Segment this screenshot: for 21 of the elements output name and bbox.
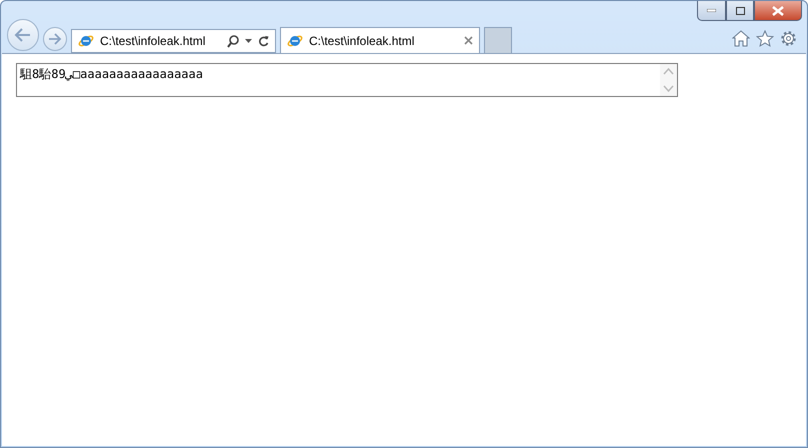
star-icon[interactable] bbox=[756, 30, 774, 47]
minimize-button[interactable] bbox=[697, 1, 726, 21]
settings-icon[interactable] bbox=[780, 30, 797, 47]
forward-button[interactable] bbox=[43, 27, 67, 51]
browser-tab[interactable]: C:\test\infoleak.html bbox=[280, 27, 480, 53]
maximize-icon bbox=[736, 6, 744, 14]
close-button[interactable] bbox=[754, 1, 802, 21]
back-button[interactable] bbox=[7, 19, 39, 51]
browser-logo-icon bbox=[287, 32, 303, 48]
minimize-icon bbox=[707, 9, 716, 12]
close-tab-icon[interactable] bbox=[464, 36, 473, 45]
address-field[interactable]: C:\test\infoleak.html bbox=[71, 29, 276, 53]
browser-logo-icon bbox=[78, 33, 94, 49]
caret-icon[interactable] bbox=[245, 39, 252, 43]
close-icon bbox=[772, 6, 784, 16]
forward-arrow-icon bbox=[48, 33, 62, 45]
search-icon[interactable] bbox=[227, 34, 239, 48]
home-icon[interactable] bbox=[732, 30, 750, 47]
refresh-icon[interactable] bbox=[258, 35, 269, 47]
maximize-button[interactable] bbox=[726, 1, 754, 21]
back-arrow-icon bbox=[14, 27, 32, 43]
